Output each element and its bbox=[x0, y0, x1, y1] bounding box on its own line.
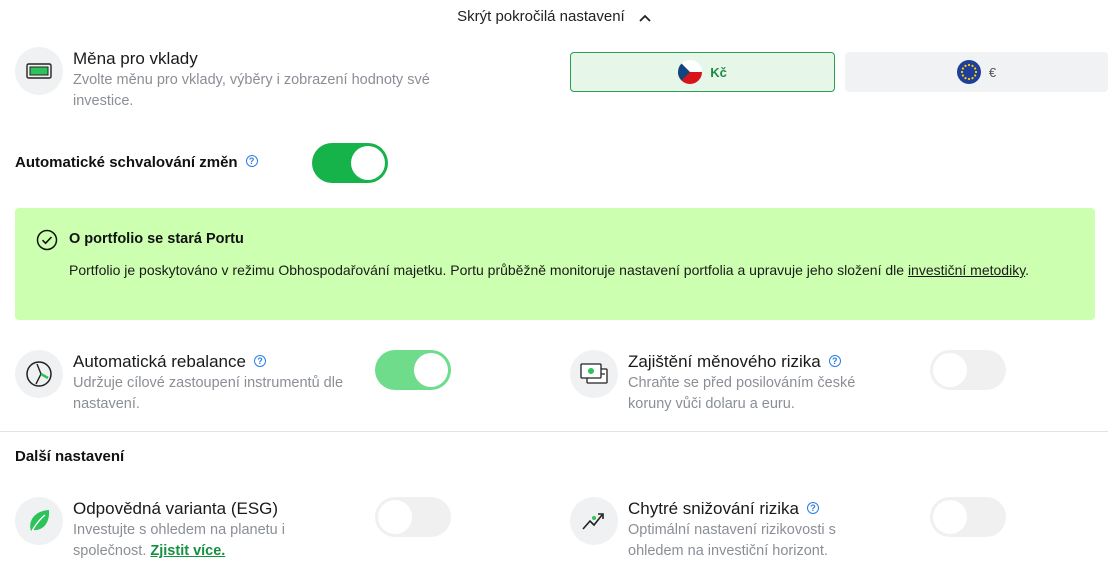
rebalance-icon bbox=[15, 350, 63, 398]
learn-more-link[interactable]: Zjistit více. bbox=[150, 543, 225, 559]
toggle-knob bbox=[933, 500, 967, 534]
hedging-title-text: Zajištění měnového rizika bbox=[628, 352, 821, 371]
rebalance-title-text: Automatická rebalance bbox=[73, 352, 246, 371]
currency-option-eur[interactable]: € bbox=[845, 52, 1108, 92]
hedging-title: Zajištění měnového rizika? bbox=[628, 352, 841, 372]
currency-option-czk[interactable]: Kč bbox=[570, 52, 835, 92]
auto-approve-toggle[interactable] bbox=[312, 143, 388, 183]
currency-title: Měna pro vklady bbox=[73, 49, 198, 68]
eu-flag-icon bbox=[956, 60, 981, 84]
hide-advanced-settings-label: Skrýt pokročilá nastavení bbox=[457, 8, 625, 25]
toggle-knob bbox=[378, 500, 412, 534]
hedging-description: Chraňte se před posilováním české koruny… bbox=[628, 375, 856, 412]
rebalance-toggle[interactable] bbox=[375, 350, 451, 390]
risk-reduction-title-text: Chytré snižování rizika bbox=[628, 499, 800, 518]
currency-description: Zvolte měnu pro vklady, výběry i zobraze… bbox=[73, 72, 430, 109]
section-divider bbox=[0, 431, 1108, 432]
chevron-up-icon bbox=[639, 9, 651, 26]
esg-description: Investujte s ohledem na planetu i společ… bbox=[73, 520, 323, 562]
toggle-knob bbox=[414, 353, 448, 387]
check-circle-icon bbox=[36, 229, 58, 256]
currency-hedging-icon bbox=[570, 350, 618, 398]
rebalance-description: Udržuje cílové zastoupení instrumentů dl… bbox=[73, 375, 344, 412]
notice-body: Portfolio je poskytováno v režimu Obhosp… bbox=[69, 262, 908, 278]
risk-reduction-title: Chytré snižování rizika? bbox=[628, 499, 820, 519]
investment-methodology-link[interactable]: investiční metodiky bbox=[908, 262, 1025, 278]
risk-reduction-description: Optimální nastavení rizikovosti s ohlede… bbox=[628, 522, 836, 559]
auto-approve-label: Automatické schvalování změn? bbox=[15, 154, 258, 171]
help-icon[interactable]: ? bbox=[245, 155, 258, 168]
currency-option-czk-label: Kč bbox=[710, 64, 727, 80]
help-icon[interactable]: ? bbox=[253, 354, 266, 367]
currency-option-eur-label: € bbox=[988, 64, 997, 80]
chart-trend-icon bbox=[570, 497, 618, 545]
notice-title: O portfolio se stará Portu bbox=[69, 231, 244, 247]
hide-advanced-settings-button[interactable]: Skrýt pokročilá nastavení bbox=[0, 8, 1108, 26]
czech-flag-icon bbox=[678, 60, 703, 84]
leaf-icon bbox=[15, 497, 63, 545]
auto-approve-text: Automatické schvalování změn bbox=[15, 154, 238, 171]
hedging-toggle[interactable] bbox=[930, 350, 1006, 390]
rebalance-title: Automatická rebalance? bbox=[73, 352, 266, 372]
esg-title: Odpovědná varianta (ESG) bbox=[73, 499, 279, 518]
portfolio-managed-notice: O portfolio se stará Portu Portfolio je … bbox=[15, 208, 1095, 320]
esg-toggle[interactable] bbox=[375, 497, 451, 537]
notice-text: Portfolio je poskytováno v režimu Obhosp… bbox=[69, 260, 1079, 280]
toggle-knob bbox=[351, 146, 385, 180]
banknote-icon bbox=[15, 47, 63, 95]
other-settings-heading: Další nastavení bbox=[15, 448, 125, 465]
risk-reduction-toggle[interactable] bbox=[930, 497, 1006, 537]
toggle-knob bbox=[933, 353, 967, 387]
help-icon[interactable]: ? bbox=[807, 501, 820, 514]
notice-end: . bbox=[1025, 262, 1030, 278]
help-icon[interactable]: ? bbox=[828, 354, 841, 367]
